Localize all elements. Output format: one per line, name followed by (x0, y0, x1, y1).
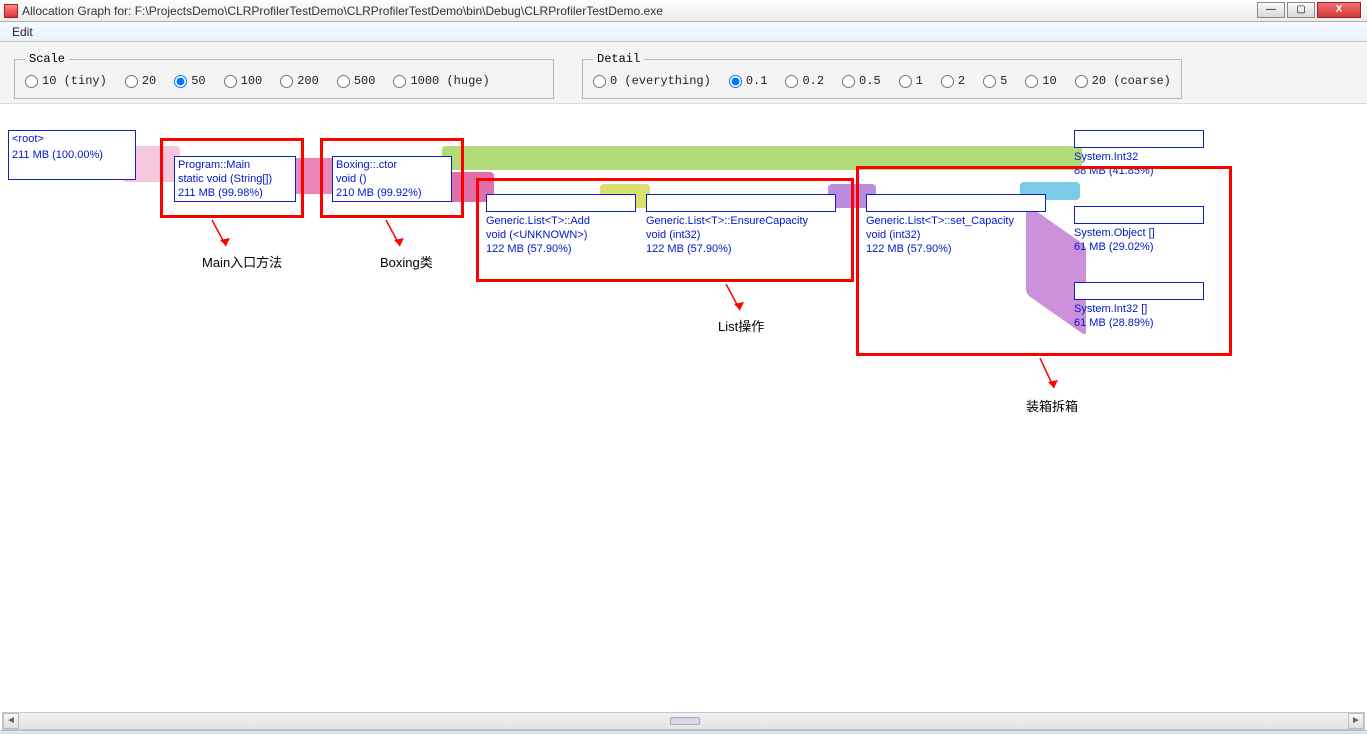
detail-opt-01[interactable]: 0.1 (729, 74, 768, 88)
scale-radio-50[interactable] (174, 75, 187, 88)
detail-radio-10[interactable] (1025, 75, 1038, 88)
scale-opt-10[interactable]: 10 (tiny) (25, 74, 107, 88)
arrow-main (208, 220, 248, 256)
annotation-boxing: Boxing类 (380, 252, 433, 271)
menu-bar: Edit (0, 22, 1367, 42)
node-obj[interactable]: System.Object [] 61 MB (29.02%) (1074, 206, 1204, 254)
detail-opt-10[interactable]: 10 (1025, 74, 1056, 88)
node-ensure-box (646, 194, 836, 212)
detail-opt-20[interactable]: 20 (coarse) (1075, 74, 1171, 88)
scale-opt-500[interactable]: 500 (337, 74, 376, 88)
detail-opt-02[interactable]: 0.2 (785, 74, 824, 88)
scroll-thumb[interactable] (670, 717, 700, 725)
scale-legend: Scale (25, 52, 69, 66)
arrow-list (722, 284, 762, 320)
detail-opt-5[interactable]: 5 (983, 74, 1007, 88)
node-add[interactable]: Generic.List<T>::Add void (<UNKNOWN>) 12… (486, 194, 636, 256)
minimize-button[interactable]: — (1257, 2, 1285, 18)
scale-radio-500[interactable] (337, 75, 350, 88)
detail-radio-01[interactable] (729, 75, 742, 88)
close-button[interactable]: X (1317, 2, 1361, 18)
detail-radio-0[interactable] (593, 75, 606, 88)
window-buttons: — ▢ X (1257, 2, 1361, 18)
node-ensure[interactable]: Generic.List<T>::EnsureCapacity void (in… (646, 194, 836, 256)
annotation-main: Main入口方法 (202, 252, 282, 271)
detail-opt-0[interactable]: 0 (everything) (593, 74, 711, 88)
scale-radio-1000[interactable] (393, 75, 406, 88)
menu-edit[interactable]: Edit (6, 23, 39, 41)
detail-group: Detail 0 (everything) 0.1 0.2 0.5 1 2 5 … (582, 52, 1182, 99)
detail-opt-2[interactable]: 2 (941, 74, 965, 88)
node-add-box (486, 194, 636, 212)
scroll-left-button[interactable]: ◄ (3, 713, 19, 729)
window-title: Allocation Graph for: F:\ProjectsDemo\CL… (22, 4, 663, 18)
node-setcap[interactable]: Generic.List<T>::set_Capacity void (int3… (866, 194, 1046, 256)
scale-radio-200[interactable] (280, 75, 293, 88)
scale-group: Scale 10 (tiny) 20 50 100 200 500 1000 (… (14, 52, 554, 99)
app-icon (4, 4, 18, 18)
detail-radio-1[interactable] (899, 75, 912, 88)
scale-radio-10[interactable] (25, 75, 38, 88)
scale-radio-20[interactable] (125, 75, 138, 88)
title-bar: Allocation Graph for: F:\ProjectsDemo\CL… (0, 0, 1367, 22)
graph-canvas[interactable]: <root> 211 MB (100.00%) Program::Main st… (2, 116, 1365, 708)
taskbar-strip (0, 730, 1367, 734)
detail-opt-1[interactable]: 1 (899, 74, 923, 88)
detail-radio-20[interactable] (1075, 75, 1088, 88)
scale-radio-100[interactable] (224, 75, 237, 88)
arrow-box (1036, 358, 1076, 398)
detail-radio-05[interactable] (842, 75, 855, 88)
detail-legend: Detail (593, 52, 644, 66)
node-int32-box (1074, 130, 1204, 148)
detail-radio-2[interactable] (941, 75, 954, 88)
scale-opt-200[interactable]: 200 (280, 74, 319, 88)
scroll-right-button[interactable]: ► (1348, 713, 1364, 729)
scroll-track[interactable] (19, 713, 1348, 729)
arrow-boxing (382, 220, 422, 256)
node-obj-box (1074, 206, 1204, 224)
horizontal-scrollbar[interactable]: ◄ ► (2, 712, 1365, 730)
node-int32a-box (1074, 282, 1204, 300)
node-setcap-box (866, 194, 1046, 212)
annotation-box: 装箱拆箱 (1026, 396, 1078, 415)
annotation-list: List操作 (718, 316, 764, 335)
flow-boxing-int32 (442, 146, 1082, 170)
scale-radios: 10 (tiny) 20 50 100 200 500 1000 (huge) (25, 74, 543, 88)
node-int32a[interactable]: System.Int32 [] 61 MB (28.89%) (1074, 282, 1204, 330)
detail-radio-5[interactable] (983, 75, 996, 88)
scale-opt-20[interactable]: 20 (125, 74, 156, 88)
node-int32[interactable]: System.Int32 88 MB (41.85%) (1074, 130, 1204, 178)
scale-opt-1000[interactable]: 1000 (huge) (393, 74, 489, 88)
controls-panel: Scale 10 (tiny) 20 50 100 200 500 1000 (… (0, 42, 1367, 104)
scale-opt-100[interactable]: 100 (224, 74, 263, 88)
node-main[interactable]: Program::Main static void (String[]) 211… (174, 156, 296, 202)
maximize-button[interactable]: ▢ (1287, 2, 1315, 18)
detail-radios: 0 (everything) 0.1 0.2 0.5 1 2 5 10 20 (… (593, 74, 1171, 88)
node-boxing[interactable]: Boxing::.ctor void () 210 MB (99.92%) (332, 156, 452, 202)
scale-opt-50[interactable]: 50 (174, 74, 205, 88)
node-root[interactable]: <root> 211 MB (100.00%) (8, 130, 136, 180)
detail-radio-02[interactable] (785, 75, 798, 88)
detail-opt-05[interactable]: 0.5 (842, 74, 881, 88)
